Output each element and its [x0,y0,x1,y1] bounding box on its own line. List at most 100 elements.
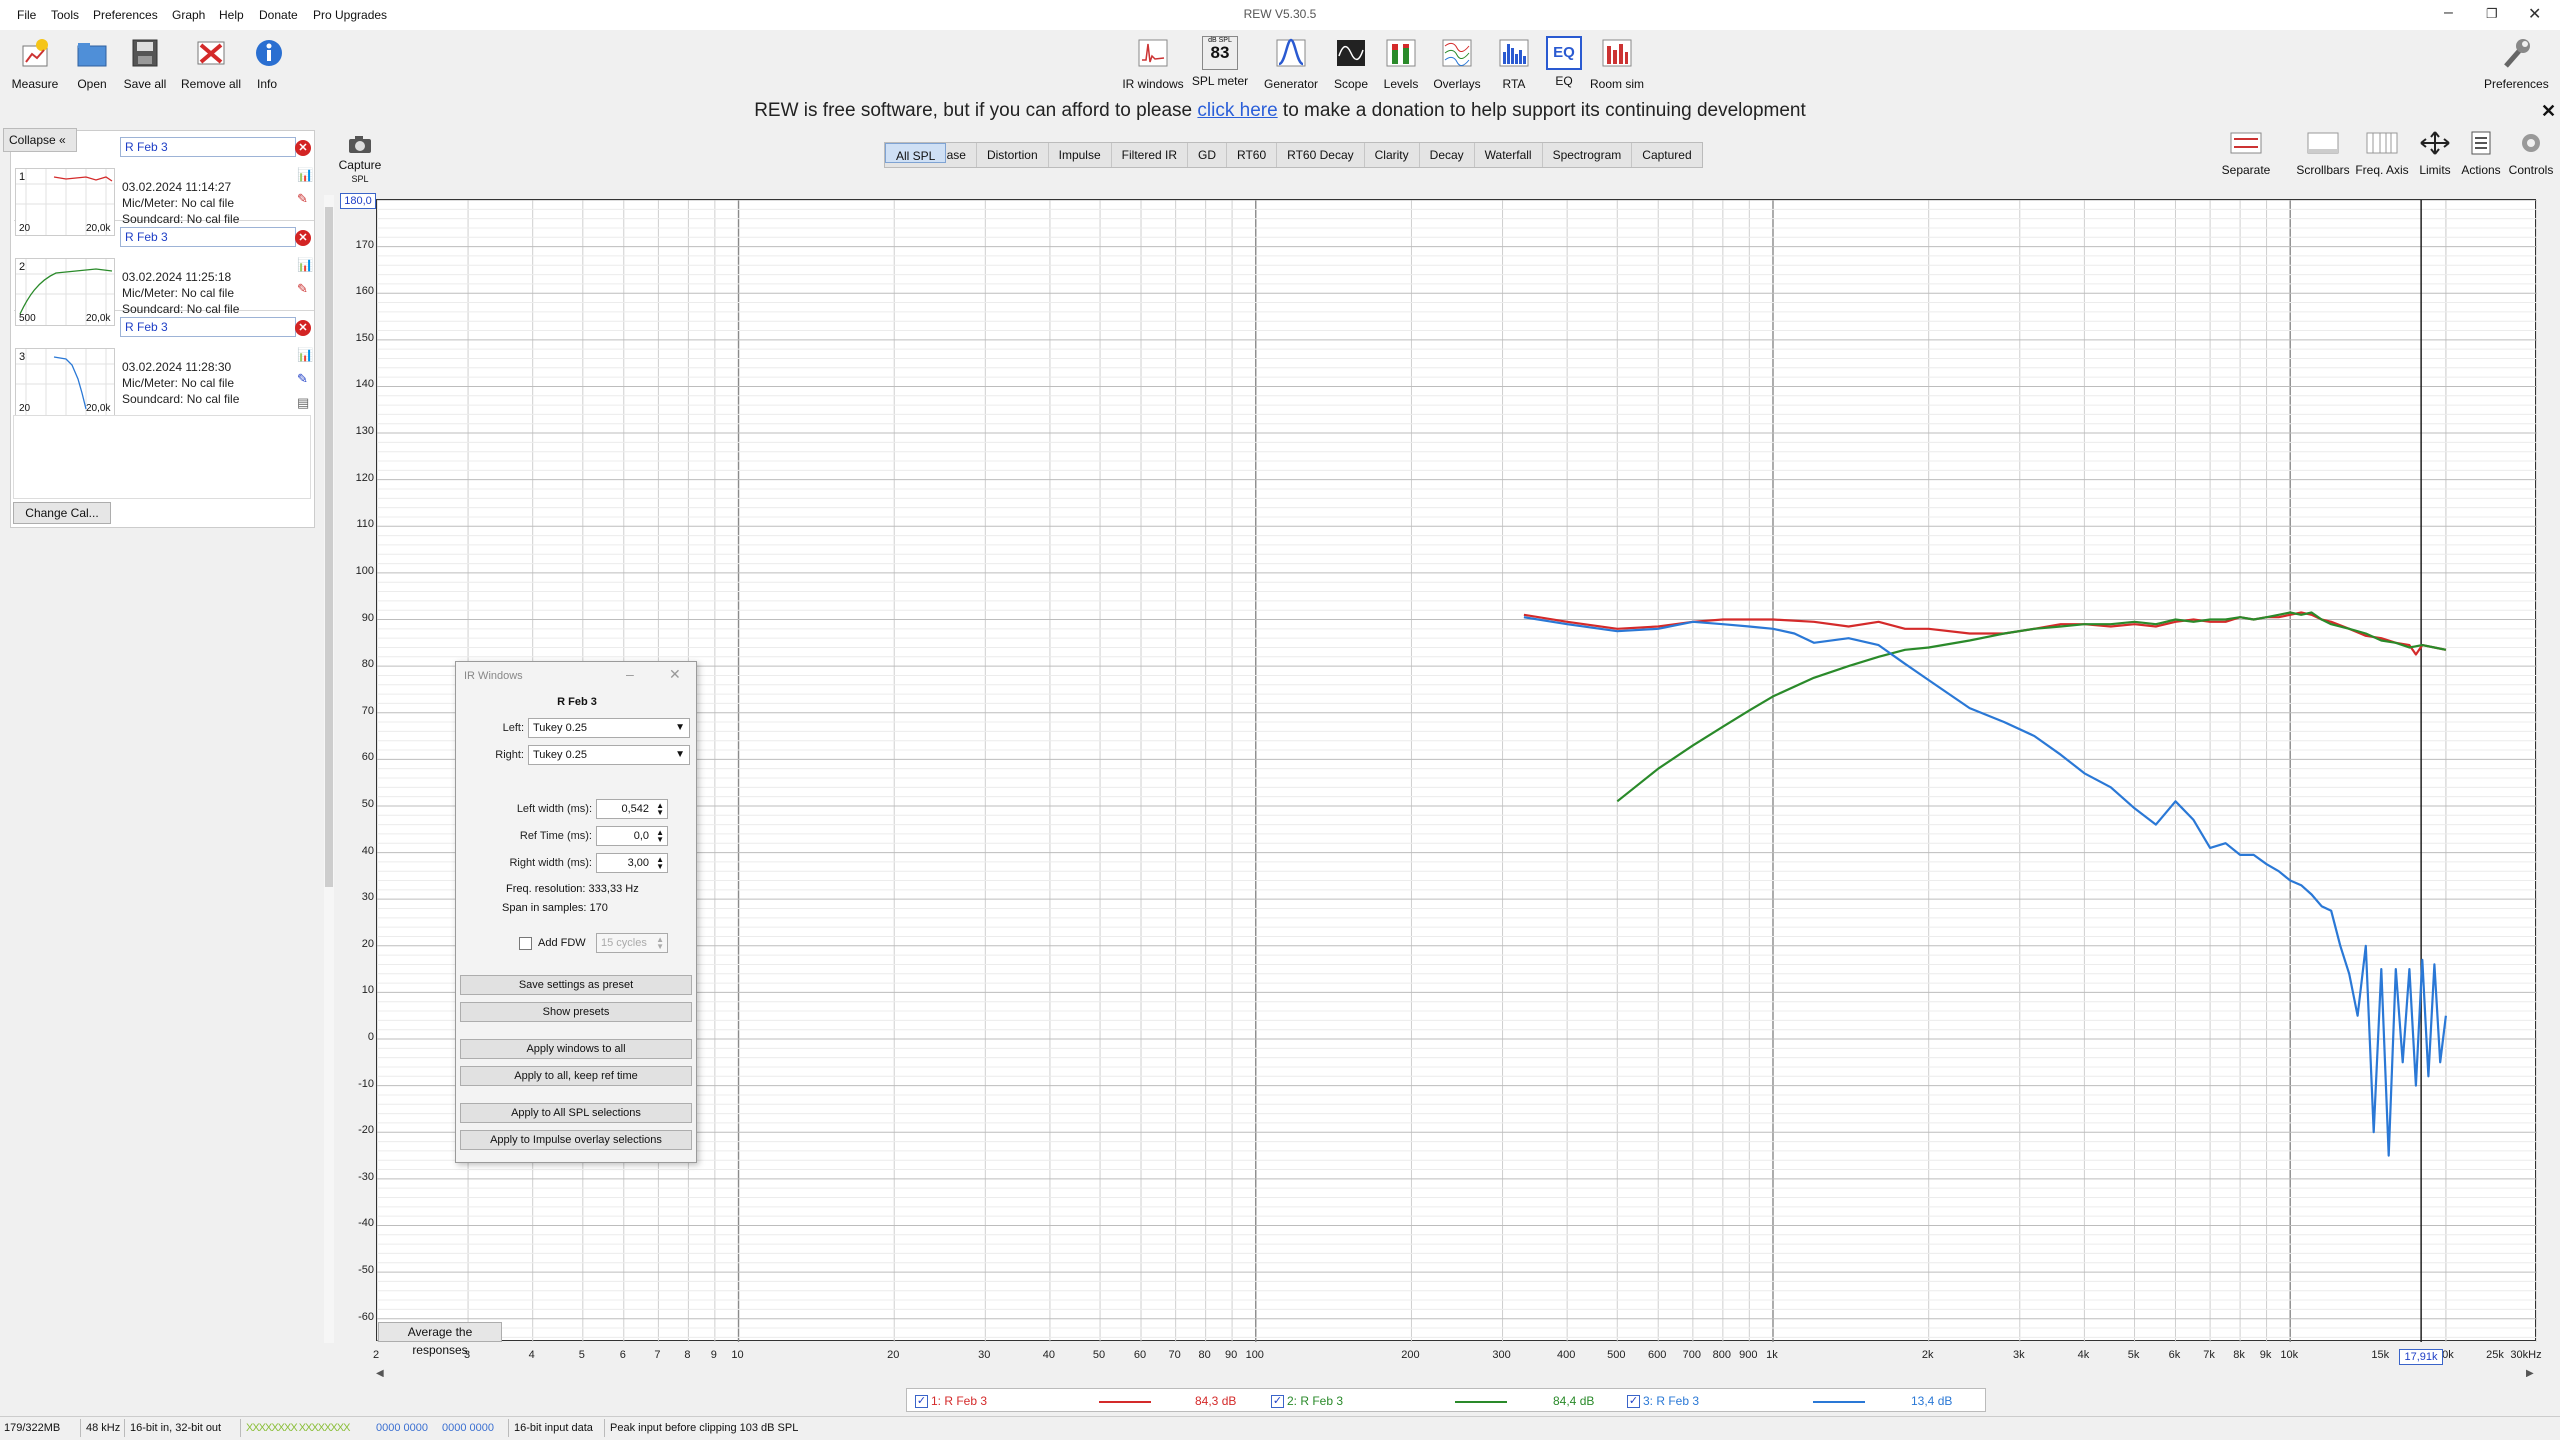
remove-measurement-icon[interactable]: ✕ [295,140,311,156]
spl-plot-area[interactable] [376,199,2538,1342]
scope-button[interactable]: Scope [1331,36,1371,91]
banner-close-icon[interactable]: ✕ [2541,101,2556,122]
notes-icon[interactable]: ▤ [297,395,309,411]
sample-rate: 48 kHz [86,1422,121,1434]
chart-icon[interactable]: 📊 [297,347,313,363]
measure-button[interactable]: Measure [10,36,60,91]
tab-waterfall[interactable]: Waterfall [1475,143,1543,167]
room-sim-label: Room sim [1589,77,1644,91]
spinner-arrows-icon[interactable]: ▲ ▼ [656,802,664,817]
collapse-button[interactable]: Collapse « [3,128,77,152]
info-button[interactable]: Info [251,36,283,91]
apply-impulse-overlay-button[interactable]: Apply to Impulse overlay selections [460,1130,692,1150]
show-presets-button[interactable]: Show presets [460,1002,692,1022]
tab-gd[interactable]: GD [1188,143,1228,167]
pencil-icon[interactable]: ✎ [297,371,308,387]
legend-checkbox[interactable]: ✓ [1627,1395,1640,1409]
minimize-icon[interactable]: – [2444,4,2453,22]
measurement-name-field[interactable]: R Feb 3 [120,317,296,337]
remove-all-label: Remove all [180,77,242,91]
tab-clarity[interactable]: Clarity [1365,143,1420,167]
left-width-input[interactable]: 0,542 ▲ ▼ [596,799,668,819]
peak-input-info: Peak input before clipping 103 dB SPL [610,1422,799,1434]
actions-icon [2471,131,2491,155]
preferences-button[interactable]: Preferences [2484,36,2549,91]
ir-windows-button[interactable]: IR windows [1122,36,1184,91]
pencil-icon[interactable]: ✎ [297,191,308,207]
horizontal-scroll-arrows[interactable]: ◀ ▶ [376,1367,2536,1377]
vertical-scrollbar-thumb[interactable] [325,207,333,887]
legend-item-3[interactable]: ✓ 3: R Feb 3 [1627,1394,1699,1409]
save-all-button[interactable]: Save all [120,36,170,91]
status-separator [240,1419,241,1437]
measurement-item-3[interactable]: R Feb 3 ✕ 3 20 20,0k 03.02.2024 11:28:30… [14,311,314,416]
right-width-input[interactable]: 3,00 ▲ ▼ [596,853,668,873]
limits-label: Limits [2419,163,2451,177]
donation-link[interactable]: click here [1197,100,1277,121]
room-sim-button[interactable]: Room sim [1589,36,1645,91]
dialog-close-icon[interactable]: ✕ [669,666,681,683]
tab-distortion[interactable]: Distortion [977,143,1049,167]
series-line-1 [1523,611,2447,656]
measurement-name-field[interactable]: R Feb 3 [120,137,296,157]
wrench-icon [2504,39,2530,68]
tab-decay[interactable]: Decay [1420,143,1475,167]
actions-button[interactable]: Actions [2458,130,2504,177]
limits-button[interactable]: Limits [2412,130,2458,177]
add-fdw-checkbox[interactable] [519,937,532,950]
legend-item-1[interactable]: ✓ 1: R Feb 3 [915,1394,987,1409]
legend-checkbox[interactable]: ✓ [915,1395,928,1409]
ref-time-input[interactable]: 0,0 ▲ ▼ [596,826,668,846]
spinner-arrows-icon[interactable]: ▲ ▼ [656,829,664,844]
tab-spectrogram[interactable]: Spectrogram [1543,143,1633,167]
dialog-minimize-icon[interactable]: – [626,666,634,682]
legend-item-2[interactable]: ✓ 2: R Feb 3 [1271,1394,1343,1409]
save-preset-button[interactable]: Save settings as preset [460,975,692,995]
apply-all-spl-button[interactable]: Apply to All SPL selections [460,1103,692,1123]
tab-filtered-ir[interactable]: Filtered IR [1112,143,1189,167]
capture-button[interactable]: Capture SPL [336,133,384,186]
remove-measurement-icon[interactable]: ✕ [295,230,311,246]
measurement-name-field[interactable]: R Feb 3 [120,227,296,247]
legend-line-swatch [1455,1401,1507,1403]
open-button[interactable]: Open [70,36,114,91]
apply-all-keep-ref-button[interactable]: Apply to all, keep ref time [460,1066,692,1086]
apply-windows-to-all-button[interactable]: Apply windows to all [460,1039,692,1059]
fdw-cycles-input[interactable]: 15 cycles ▲ ▼ [596,933,668,953]
tab-impulse[interactable]: Impulse [1049,143,1112,167]
spinner-arrows-icon[interactable]: ▲ ▼ [656,856,664,871]
vertical-scrollbar[interactable] [324,195,334,1343]
remove-measurement-icon[interactable]: ✕ [295,320,311,336]
chart-icon[interactable]: 📊 [297,257,313,273]
controls-button[interactable]: Controls [2506,130,2556,177]
x-cursor-value[interactable]: 17,91k [2399,1349,2443,1365]
eq-button[interactable]: EQ EQ [1546,36,1582,88]
restore-icon[interactable]: ❐ [2486,6,2498,22]
chart-icon[interactable]: 📊 [297,167,313,183]
right-window-select[interactable]: Tukey 0.25 ▼ [528,745,690,765]
left-window-select[interactable]: Tukey 0.25 ▼ [528,718,690,738]
levels-button[interactable]: Levels [1381,36,1421,91]
legend-checkbox[interactable]: ✓ [1271,1395,1284,1409]
separate-button[interactable]: Separate [2216,130,2276,177]
span-samples-label: Span in samples: [502,902,587,914]
generator-button[interactable]: Generator [1263,36,1319,91]
remove-all-button[interactable]: Remove all [178,36,244,91]
tab-rt60[interactable]: RT60 [1227,143,1278,167]
scrollbars-button[interactable]: Scrollbars [2294,130,2352,177]
tab-captured[interactable]: Captured [1632,143,1701,167]
measurement-item-2[interactable]: R Feb 3 ✕ 2 500 20,0k 03.02.2024 11:25:1… [14,221,314,326]
rta-button[interactable]: RTA [1496,36,1532,91]
y-axis-top-value[interactable]: 180,0 [340,193,376,209]
change-cal-button[interactable]: Change Cal... [13,502,111,524]
pencil-icon[interactable]: ✎ [297,281,308,297]
freq-axis-button[interactable]: Freq. Axis [2354,130,2410,177]
overlays-button[interactable]: Overlays [1430,36,1484,91]
tab-rt60-decay[interactable]: RT60 Decay [1277,143,1365,167]
ir-windows-icon [1138,39,1168,67]
spl-meter-button[interactable]: dB SPL 83 SPL meter [1191,36,1249,88]
close-icon[interactable]: ✕ [2528,4,2541,24]
info-label: Info [256,77,277,91]
tab-all-spl[interactable]: All SPL [885,143,947,163]
average-responses-button[interactable]: Average the responses [378,1322,502,1357]
